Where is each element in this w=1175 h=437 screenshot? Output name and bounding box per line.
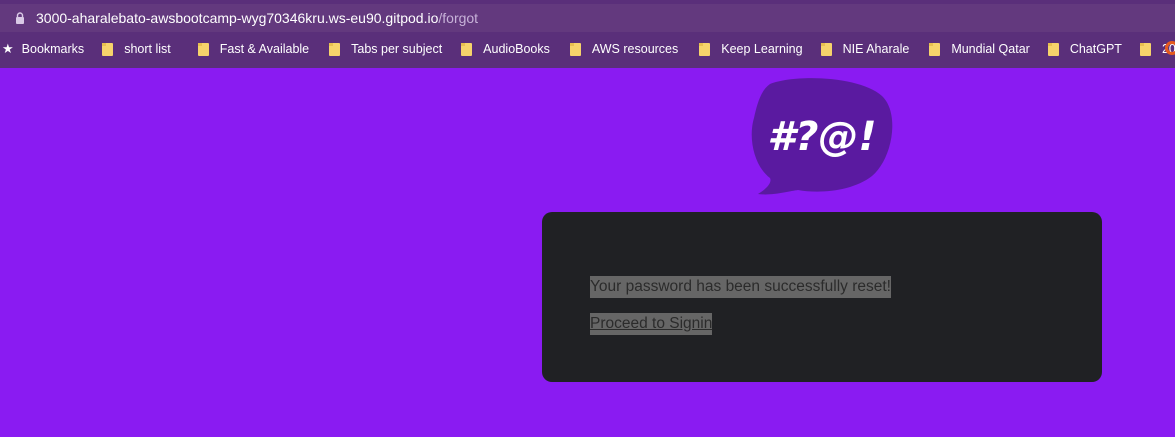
bookmark-aws-resources[interactable]: AWS resources xyxy=(569,35,679,63)
bookmark-label: ChatGPT xyxy=(1069,42,1122,56)
browser-chrome: 3000-aharalebato-awsbootcamp-wyg70346kru… xyxy=(0,0,1175,68)
bookmark-label: AWS resources xyxy=(591,42,679,56)
bookmark-tabs-per-subject[interactable]: Tabs per subject xyxy=(329,35,442,63)
folder-icon xyxy=(461,42,473,56)
folder-icon xyxy=(1139,42,1151,56)
overflow-bookmark-icon[interactable] xyxy=(1165,41,1175,55)
bookmark-keep-learning[interactable]: Keep Learning xyxy=(699,35,803,63)
bookmark-label: Keep Learning xyxy=(721,42,803,56)
url-text[interactable]: 3000-aharalebato-awsbootcamp-wyg70346kru… xyxy=(36,10,478,26)
bookmark-bookmarks[interactable]: ★ Bookmarks xyxy=(0,35,84,63)
bookmark-label: Mundial Qatar xyxy=(951,42,1030,56)
bookmark-short-list[interactable]: short list xyxy=(102,35,171,63)
logo-icon: #?@! xyxy=(751,78,893,195)
bookmark-chatgpt[interactable]: ChatGPT xyxy=(1047,35,1122,63)
bookmark-nie-aharale[interactable]: NIE Aharale xyxy=(820,35,910,63)
bookmark-audiobooks[interactable]: AudioBooks xyxy=(461,35,550,63)
bookmark-mundial-qatar[interactable]: Mundial Qatar xyxy=(929,35,1030,63)
bookmark-label: NIE Aharale xyxy=(842,42,910,56)
bookmark-label: AudioBooks xyxy=(483,42,550,56)
folder-icon xyxy=(329,42,341,56)
lock-icon[interactable] xyxy=(14,12,26,24)
folder-icon xyxy=(569,42,581,56)
url-path: /forgot xyxy=(438,10,479,26)
url-host: 3000-aharalebato-awsbootcamp-wyg70346kru… xyxy=(36,10,439,26)
folder-icon xyxy=(929,42,941,56)
bookmark-label: Bookmarks xyxy=(21,42,85,56)
star-icon: ★ xyxy=(2,41,14,56)
folder-icon xyxy=(197,42,209,56)
logo-text: #?@! xyxy=(767,114,876,160)
folder-icon xyxy=(820,42,832,56)
address-bar[interactable]: 3000-aharalebato-awsbootcamp-wyg70346kru… xyxy=(0,4,1175,32)
bookmark-label: Fast & Available xyxy=(219,42,310,56)
bookmark-label: short list xyxy=(124,42,171,56)
bookmarks-bar: ★ Bookmarks short list Fast & Available … xyxy=(0,35,1175,63)
bookmark-label: Tabs per subject xyxy=(351,42,443,56)
success-message: Your password has been successfully rese… xyxy=(590,276,891,298)
proceed-to-signin-link[interactable]: Proceed to Signin xyxy=(590,313,713,335)
folder-icon xyxy=(102,42,114,56)
reset-confirmation-card: Your password has been successfully rese… xyxy=(542,212,1102,382)
folder-icon xyxy=(1047,42,1059,56)
bookmark-fast-available[interactable]: Fast & Available xyxy=(197,35,310,63)
folder-icon xyxy=(699,42,711,56)
